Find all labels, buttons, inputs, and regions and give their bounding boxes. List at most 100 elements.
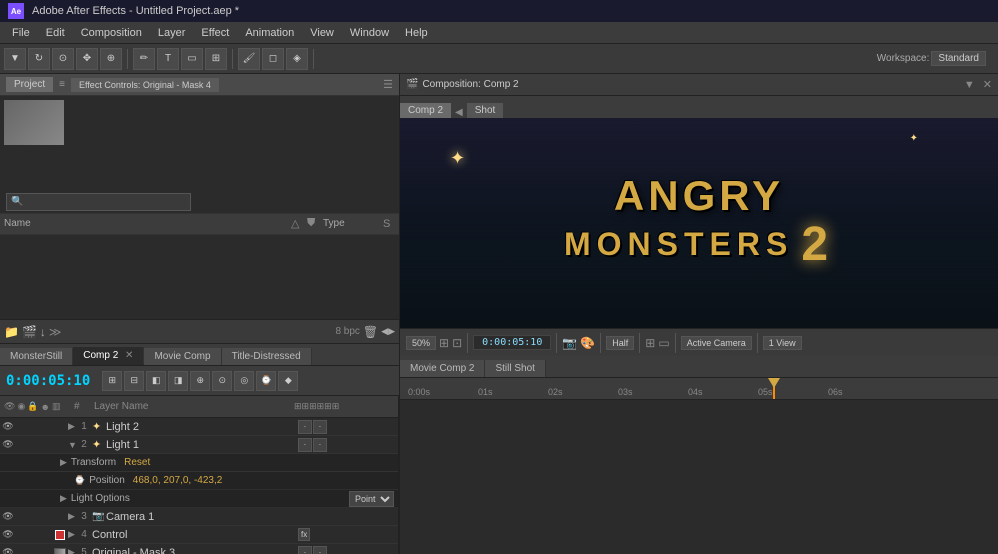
layer2-sw1[interactable]: · [298, 438, 312, 452]
comp-close-btn[interactable]: ✕ [983, 78, 992, 91]
layer-row-2[interactable]: 👁 ▼ 2 ✦ Light 1 · · [0, 436, 398, 454]
project-more[interactable]: ≫ [49, 325, 62, 339]
tl-btn-2[interactable]: ⊟ [124, 371, 144, 391]
layer2-sw2[interactable]: · [313, 438, 327, 452]
tool-select[interactable]: ▼ [4, 48, 26, 70]
layer-row-4[interactable]: 👁 ▶ 4 Control fx [0, 526, 398, 544]
project-new-folder[interactable]: 📁 [4, 325, 19, 339]
layer1-expand[interactable]: ▶ [68, 421, 76, 432]
tool-pen[interactable]: ✏ [133, 48, 155, 70]
tl-btn-7[interactable]: ◎ [234, 371, 254, 391]
layer-row-3[interactable]: 👁 ▶ 3 📷 Camera 1 [0, 508, 398, 526]
tool-rotate[interactable]: ↻ [28, 48, 50, 70]
menu-edit[interactable]: Edit [38, 25, 73, 41]
tab-still-shot[interactable]: Still Shot [485, 360, 545, 377]
layer5-sw2[interactable]: · [313, 546, 327, 554]
col-name-header: Name [4, 218, 291, 229]
light-options-row: ▶ Light Options Point [0, 490, 398, 508]
panel-menu-icon[interactable]: ☰ [383, 78, 393, 91]
tab-effect-controls[interactable]: Effect Controls: Original - Mask 4 [71, 78, 219, 92]
tab-project[interactable]: Project [6, 77, 53, 92]
layer3-name[interactable]: Camera 1 [106, 511, 298, 523]
transform-expand[interactable]: ▶ [60, 457, 67, 468]
tab-monsterstill[interactable]: MonsterStill [0, 348, 73, 365]
tool-cam-orbit[interactable]: ⊙ [52, 48, 74, 70]
timeline-timecode[interactable]: 0:00:05:10 [6, 373, 90, 389]
menu-help[interactable]: Help [397, 25, 436, 41]
layer4-fx-badge[interactable]: fx [298, 528, 310, 541]
layer1-sw2[interactable]: · [313, 420, 327, 434]
vc-mask-icon[interactable]: ▭ [658, 336, 669, 350]
tl-btn-6[interactable]: ⊙ [212, 371, 232, 391]
comp-menu-btn[interactable]: ▼ [964, 79, 975, 91]
comp-subtab-shot[interactable]: Shot [467, 103, 504, 118]
menu-window[interactable]: Window [342, 25, 397, 41]
layer1-name[interactable]: Light 2 [106, 421, 298, 433]
tool-puppet[interactable]: ◈ [286, 48, 308, 70]
project-new-comp[interactable]: 🎬 [22, 325, 37, 339]
vc-color-icon[interactable]: 🎨 [580, 336, 595, 350]
menu-animation[interactable]: Animation [237, 25, 302, 41]
layer4-eye[interactable]: 👁 [0, 529, 16, 540]
vc-zoom-dropdown[interactable]: 50% [406, 336, 436, 350]
vc-view-dropdown[interactable]: 1 View [763, 336, 802, 350]
position-value[interactable]: 468,0, 207,0, -423,2 [133, 475, 223, 486]
workspace-dropdown[interactable]: Standard [931, 51, 986, 66]
layer4-expand[interactable]: ▶ [68, 529, 76, 540]
tl-btn-8[interactable]: ⌚ [256, 371, 276, 391]
layer5-name[interactable]: Original - Mask 3 [92, 547, 298, 554]
layer-row-5[interactable]: 👁 ▶ 5 Original - Mask 3 · · [0, 544, 398, 554]
menu-layer[interactable]: Layer [150, 25, 194, 41]
tab-title-distressed[interactable]: Title-Distressed [222, 348, 312, 365]
menu-composition[interactable]: Composition [73, 25, 150, 41]
app-title: Adobe After Effects - Untitled Project.a… [32, 5, 239, 17]
project-import[interactable]: ↓ [40, 325, 46, 339]
tool-eraser[interactable]: ◻ [262, 48, 284, 70]
tool-clone[interactable]: ⊞ [205, 48, 227, 70]
project-search[interactable] [6, 193, 191, 211]
layer2-expand[interactable]: ▼ [68, 440, 76, 450]
layer4-name[interactable]: Control [92, 529, 127, 541]
layer2-eye[interactable]: 👁 [0, 439, 16, 450]
tl-btn-1[interactable]: ⊞ [102, 371, 122, 391]
pos-stopwatch[interactable]: ⌚ [74, 475, 85, 486]
layer2-name[interactable]: Light 1 [106, 439, 298, 451]
tool-brush[interactable]: 🖌 [238, 48, 260, 70]
transform-reset[interactable]: Reset [124, 457, 150, 468]
transform-label[interactable]: Transform [71, 457, 116, 468]
vc-camera-dropdown[interactable]: Active Camera [681, 336, 752, 350]
layer1-sw1[interactable]: · [298, 420, 312, 434]
menu-view[interactable]: View [302, 25, 342, 41]
trash-icon[interactable]: 🗑 [363, 325, 378, 339]
tl-btn-4[interactable]: ◨ [168, 371, 188, 391]
layer5-sw1[interactable]: · [298, 546, 312, 554]
vc-quality-dropdown[interactable]: Half [606, 336, 634, 350]
tool-cam-dolly[interactable]: ⊕ [100, 48, 122, 70]
position-row: ⌚ Position 468,0, 207,0, -423,2 [0, 472, 398, 490]
comp-subtab-comp2[interactable]: Comp 2 [400, 103, 451, 118]
light-type-dropdown[interactable]: Point [349, 491, 394, 507]
tl-btn-5[interactable]: ⊕ [190, 371, 210, 391]
tab-movie-comp[interactable]: Movie Comp [144, 348, 221, 365]
tl-btn-9[interactable]: ◆ [278, 371, 298, 391]
layer1-eye[interactable]: 👁 [0, 421, 16, 432]
tool-text[interactable]: T [157, 48, 179, 70]
layer3-eye[interactable]: 👁 [0, 511, 16, 522]
tab-movie-comp2[interactable]: Movie Comp 2 [400, 360, 485, 377]
arrow-right-icon[interactable]: ◀▶ [381, 326, 395, 337]
menu-file[interactable]: File [4, 25, 38, 41]
layer3-expand[interactable]: ▶ [68, 511, 76, 522]
vc-snapshot-icon[interactable]: 📷 [562, 336, 577, 350]
tab-comp2-close[interactable]: ✕ [125, 350, 133, 361]
tool-cam-track[interactable]: ✥ [76, 48, 98, 70]
vc-timecode[interactable]: 0:00:05:10 [473, 335, 551, 350]
layer-row-1[interactable]: 👁 ▶ 1 ✦ Light 2 · · [0, 418, 398, 436]
tl-btn-3[interactable]: ◧ [146, 371, 166, 391]
layer5-expand[interactable]: ▶ [68, 547, 76, 554]
vc-grid-icon[interactable]: ⊞ [645, 336, 655, 350]
tool-shape[interactable]: ▭ [181, 48, 203, 70]
tab-comp2[interactable]: Comp 2 ✕ [73, 347, 144, 365]
lo-expand[interactable]: ▶ [60, 493, 67, 504]
menu-effect[interactable]: Effect [193, 25, 237, 41]
layer5-eye[interactable]: 👁 [0, 547, 16, 554]
